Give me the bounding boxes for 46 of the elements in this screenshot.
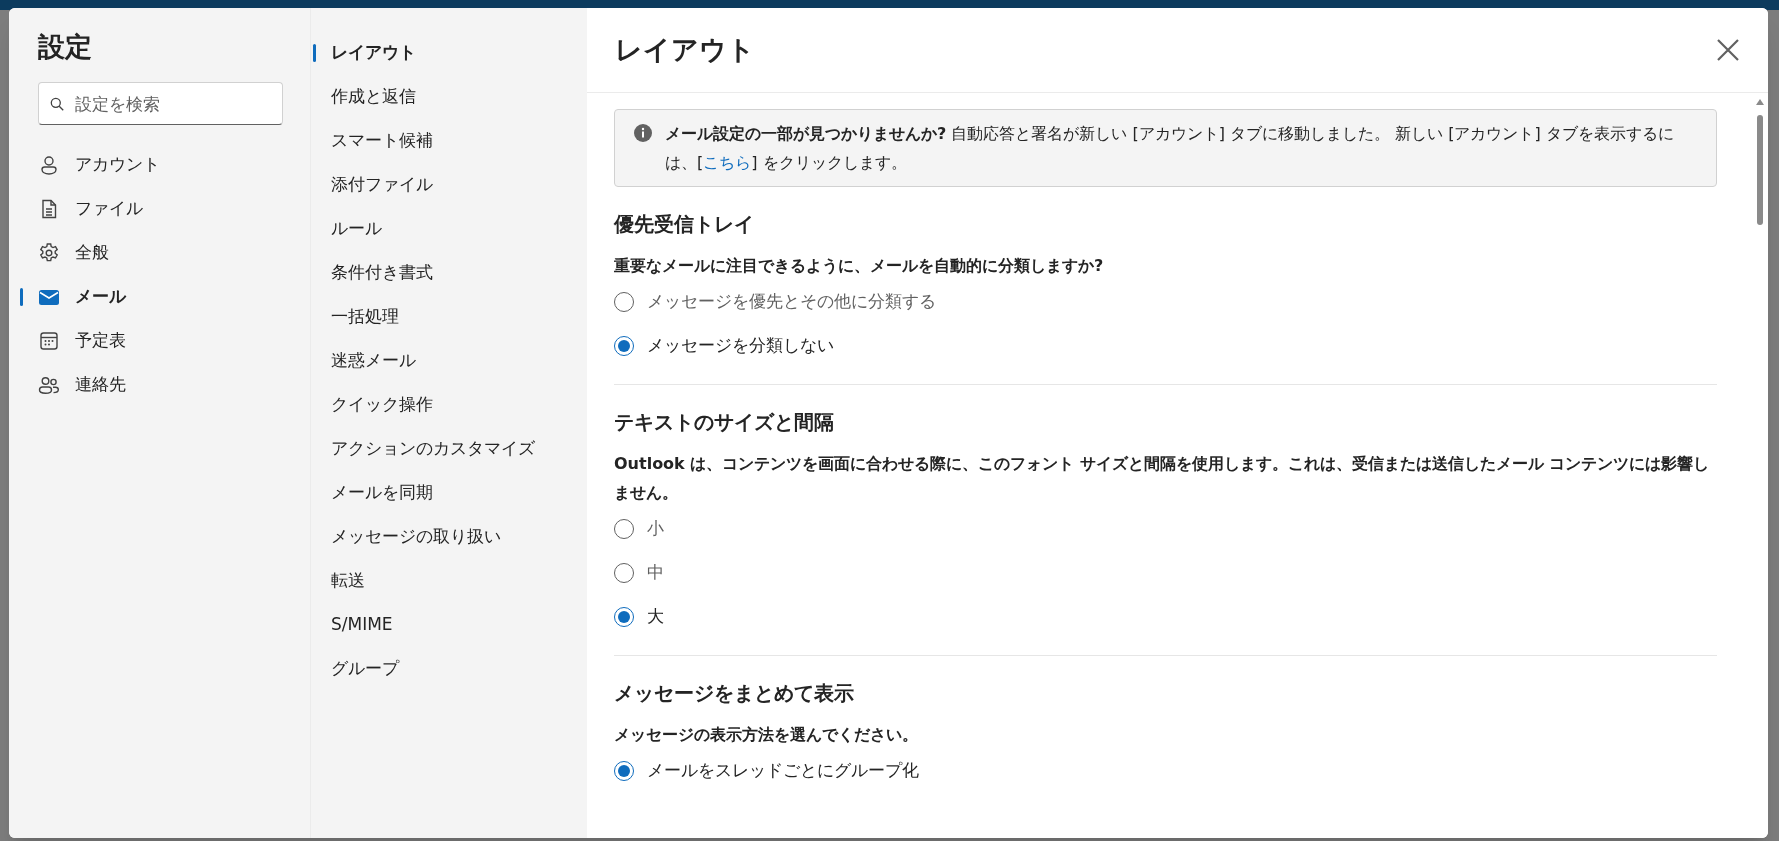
category-item[interactable]: 連絡先 bbox=[20, 363, 284, 407]
subnav-item[interactable]: アクションのカスタマイズ bbox=[313, 427, 587, 471]
radio-label: 大 bbox=[647, 605, 664, 629]
subnav-item[interactable]: S/MIME bbox=[313, 603, 587, 647]
scroll-up-icon bbox=[1755, 99, 1764, 105]
info-message: メール設定の一部が見つかりませんか? 自動応答と署名が新しい [アカウント] タブに移動しました。 新しい [アカウント] タブを表示するには、[こちら] をクリックします。 bbox=[665, 123, 1675, 174]
search-icon bbox=[50, 97, 64, 111]
subnav-item[interactable]: 条件付き書式 bbox=[313, 251, 587, 295]
subnav-item[interactable]: 作成と返信 bbox=[313, 75, 587, 119]
section-heading: テキストのサイズと間隔 bbox=[614, 409, 835, 436]
page-title: レイアウト bbox=[615, 32, 755, 67]
search-field[interactable]: 設定を検索 bbox=[38, 82, 283, 125]
section-heading: 優先受信トレイ bbox=[614, 211, 755, 238]
subnav-item[interactable]: メッセージの取り扱い bbox=[313, 515, 587, 559]
section-description: 重要なメールに注目できるように、メールを自動的に分類しますか? bbox=[614, 255, 1105, 277]
subnav-item[interactable]: メールを同期 bbox=[313, 471, 587, 515]
section-description: メッセージの表示方法を選んでください。 bbox=[614, 724, 919, 746]
category-item[interactable]: アカウント bbox=[20, 143, 284, 187]
subnav-item[interactable]: グループ bbox=[313, 647, 587, 691]
subnav-item[interactable]: 一括処理 bbox=[313, 295, 587, 339]
dialog-title: 設定 bbox=[38, 30, 93, 64]
person-icon bbox=[38, 154, 60, 176]
category-item[interactable]: 全般 bbox=[20, 231, 284, 275]
radio-label: メールをスレッドごとにグループ化 bbox=[647, 759, 919, 783]
subnav-item[interactable]: 迷惑メール bbox=[313, 339, 587, 383]
subnav-item[interactable]: クイック操作 bbox=[313, 383, 587, 427]
radio-label: 小 bbox=[647, 517, 664, 541]
subnav-item[interactable]: 添付ファイル bbox=[313, 163, 587, 207]
category-item[interactable]: ファイル bbox=[20, 187, 284, 231]
subnav-item[interactable]: スマート候補 bbox=[313, 119, 587, 163]
subnav-item[interactable]: 転送 bbox=[313, 559, 587, 603]
subnav-item[interactable]: レイアウト bbox=[313, 31, 587, 75]
info-icon bbox=[633, 123, 653, 143]
gear-icon bbox=[38, 242, 60, 264]
people-icon bbox=[38, 374, 60, 396]
radio-label: メッセージを優先とその他に分類する bbox=[647, 290, 936, 314]
here-link[interactable]: こちら bbox=[703, 153, 752, 172]
subnav-item[interactable]: ルール bbox=[313, 207, 587, 251]
category-item[interactable]: 予定表 bbox=[20, 319, 284, 363]
calendar-icon bbox=[38, 330, 60, 352]
category-item[interactable]: メール bbox=[20, 275, 284, 319]
section-heading: メッセージをまとめて表示 bbox=[614, 680, 855, 707]
close-icon bbox=[1716, 38, 1740, 62]
section-description: Outlook は、コンテンツを画面に合わせる際に、このフォント サイズと間隔を使用します。これは、受信または送信したメール コンテンツには影響しません。 bbox=[614, 453, 1711, 504]
radio-label: メッセージを分類しない bbox=[647, 334, 834, 358]
radio-label: 中 bbox=[647, 561, 664, 585]
